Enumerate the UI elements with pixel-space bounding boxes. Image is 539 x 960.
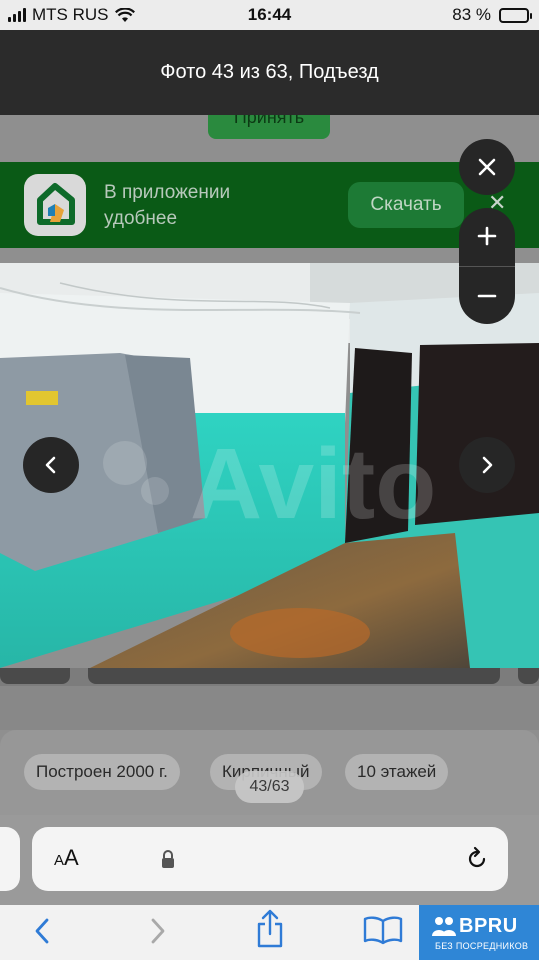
- reload-icon[interactable]: [464, 846, 490, 872]
- chip-built-year: Построен 2000 г.: [24, 754, 180, 790]
- book-icon[interactable]: [363, 915, 403, 945]
- zoom-in-button[interactable]: [459, 208, 515, 266]
- text-size-large: A: [64, 845, 79, 870]
- app-logo-icon: [24, 174, 86, 236]
- next-photo-button[interactable]: [459, 437, 515, 493]
- browser-address-area: AA: [0, 815, 539, 905]
- back-chevron-icon[interactable]: [28, 913, 56, 949]
- app-banner-text: В приложении удобнее: [104, 180, 230, 232]
- address-bar[interactable]: AA: [32, 827, 508, 891]
- chevron-left-icon: [45, 456, 56, 474]
- bpru-tagline: БЕЗ ПОСРЕДНИКОВ: [435, 941, 529, 951]
- thumbnail[interactable]: [0, 668, 70, 684]
- avito-watermark: Avito: [190, 428, 436, 540]
- chip-floors: 10 этажей: [345, 754, 449, 790]
- lock-icon: [162, 850, 174, 868]
- previous-photo-button[interactable]: [23, 437, 79, 493]
- battery-icon: [499, 7, 532, 23]
- download-app-button[interactable]: Скачать: [348, 182, 464, 228]
- people-icon: [432, 917, 456, 936]
- thumbnail[interactable]: [518, 668, 539, 684]
- screen: MTS RUS 16:44 83 % Фото 43 из 63, Подъез…: [0, 0, 539, 960]
- share-icon[interactable]: [254, 908, 286, 950]
- text-size-button[interactable]: AA: [54, 845, 79, 871]
- app-banner-line2: удобнее: [104, 208, 178, 229]
- viewer-title: Фото 43 из 63, Подъезд: [0, 30, 539, 115]
- app-banner-line1: В приложении: [104, 182, 231, 203]
- battery-percent: 83 %: [452, 5, 491, 24]
- accept-button-label: Принять: [233, 115, 305, 127]
- status-bar: MTS RUS 16:44 83 %: [0, 0, 539, 30]
- text-size-small: A: [54, 852, 65, 869]
- minus-icon: [477, 294, 497, 298]
- thumbnail-strip: [0, 668, 539, 686]
- previous-tab-stub[interactable]: [0, 827, 20, 891]
- bpru-badge: BPRU БЕЗ ПОСРЕДНИКОВ: [419, 905, 539, 960]
- accept-button[interactable]: Принять: [208, 115, 330, 139]
- bpru-brand: BPRU: [459, 915, 518, 937]
- section-divider: [0, 686, 539, 730]
- zoom-controls: [459, 208, 515, 324]
- close-viewer-button[interactable]: [459, 139, 515, 195]
- zoom-out-button[interactable]: [459, 267, 515, 324]
- forward-chevron-icon[interactable]: [144, 913, 172, 949]
- thumbnail[interactable]: [88, 668, 500, 684]
- chevron-right-icon: [482, 456, 493, 474]
- close-icon: [478, 158, 496, 176]
- battery-group: 83 %: [452, 5, 532, 25]
- photo-counter: 43/63: [235, 771, 304, 803]
- plus-icon: [477, 226, 497, 246]
